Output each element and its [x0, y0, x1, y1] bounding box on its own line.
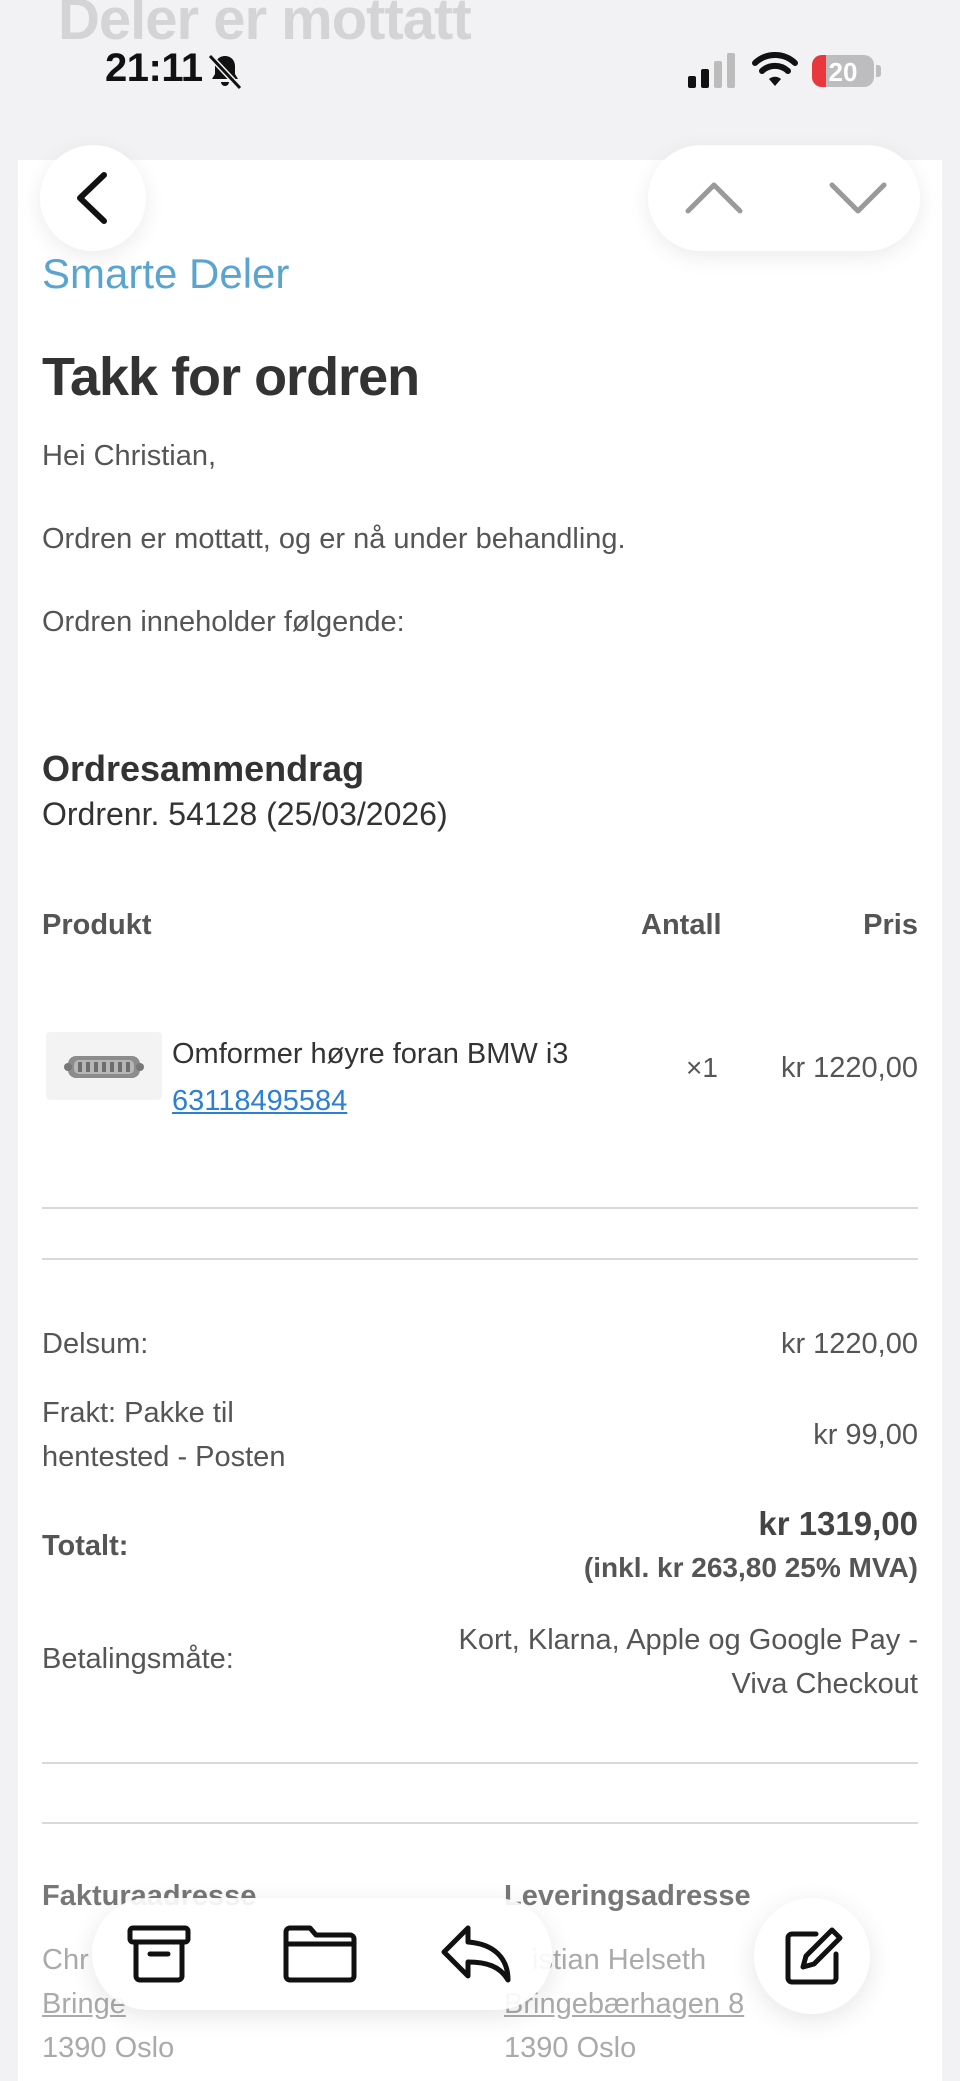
battery-percent: 20: [828, 57, 858, 87]
reply-icon[interactable]: [438, 1922, 514, 1986]
chevron-left-icon: [77, 172, 107, 224]
folder-icon[interactable]: [282, 1922, 358, 1986]
body-text: Ordren er mottatt, og er nå under behand…: [42, 523, 626, 555]
total-value: kr 1319,00: [758, 1505, 918, 1542]
chevron-down-icon[interactable]: [828, 175, 888, 221]
payment-label: Betalingsmåte:: [42, 1643, 234, 1675]
status-time: 21:11: [105, 46, 203, 90]
payment-value-line: Kort, Klarna, Apple og Google Pay -: [458, 1624, 918, 1656]
chevron-up-icon[interactable]: [684, 175, 744, 221]
column-header-product: Produkt: [42, 909, 152, 941]
column-header-price: Pris: [863, 909, 918, 941]
shipping-address-title: Leveringsadresse: [504, 1880, 751, 1912]
archive-icon[interactable]: [126, 1922, 192, 1986]
body-text: Ordren inneholder følgende:: [42, 606, 405, 638]
compose-button[interactable]: [754, 1898, 870, 2014]
total-vat: (inkl. kr 263,80 25% MVA): [583, 1552, 918, 1583]
payment-value-line: Viva Checkout: [731, 1668, 918, 1700]
order-number: Ordrenr. 54128 (25/03/2026): [42, 796, 448, 832]
mail-toolbar: [92, 1898, 552, 2010]
back-button[interactable]: [40, 145, 146, 251]
shipping-address-line: Bringebærhagen 8: [504, 1988, 745, 2020]
product-price: kr 1220,00: [780, 1052, 918, 1084]
divider: [42, 1258, 918, 1260]
divider: [42, 1822, 918, 1824]
product-quantity: ×1: [686, 1052, 718, 1083]
message-navigation: [648, 145, 920, 251]
greeting: Hei Christian,: [42, 440, 217, 472]
order-summary-title: Ordresammendrag: [42, 748, 365, 789]
billing-address-line: 1390 Oslo: [42, 2032, 175, 2064]
wifi-icon: [752, 52, 798, 86]
compose-icon: [785, 1927, 843, 1985]
shipping-address-line: istian Helseth: [532, 1944, 707, 1976]
sender-name[interactable]: Smarte Deler: [42, 250, 289, 298]
shipping-value: kr 99,00: [813, 1419, 918, 1451]
bell-slash-icon: [207, 53, 243, 91]
subtotal-value: kr 1220,00: [780, 1328, 918, 1360]
column-header-quantity: Antall: [641, 909, 722, 941]
product-thumbnail: [46, 1032, 162, 1100]
divider: [42, 1762, 918, 1764]
email-heading: Takk for ordren: [42, 347, 420, 407]
shipping-label: hentested - Posten: [42, 1441, 286, 1473]
cellular-signal-icon: [688, 53, 735, 88]
product-name: Omformer høyre foran BMW i3: [172, 1038, 569, 1070]
shipping-address-line: 1390 Oslo: [504, 2032, 637, 2064]
divider: [42, 1207, 918, 1209]
battery-icon: 20: [812, 55, 882, 87]
shipping-label: Frakt: Pakke til: [42, 1397, 234, 1429]
product-sku-link[interactable]: 63118495584: [172, 1085, 347, 1118]
payment-value: Kort, Klarna, Apple og Google Pay - Viva…: [358, 1618, 918, 1706]
total-label: Totalt:: [42, 1530, 129, 1562]
subtotal-label: Delsum:: [42, 1328, 149, 1360]
billing-address-line: Chr: [42, 1944, 89, 1976]
status-bar: 21:11 20: [0, 0, 960, 110]
